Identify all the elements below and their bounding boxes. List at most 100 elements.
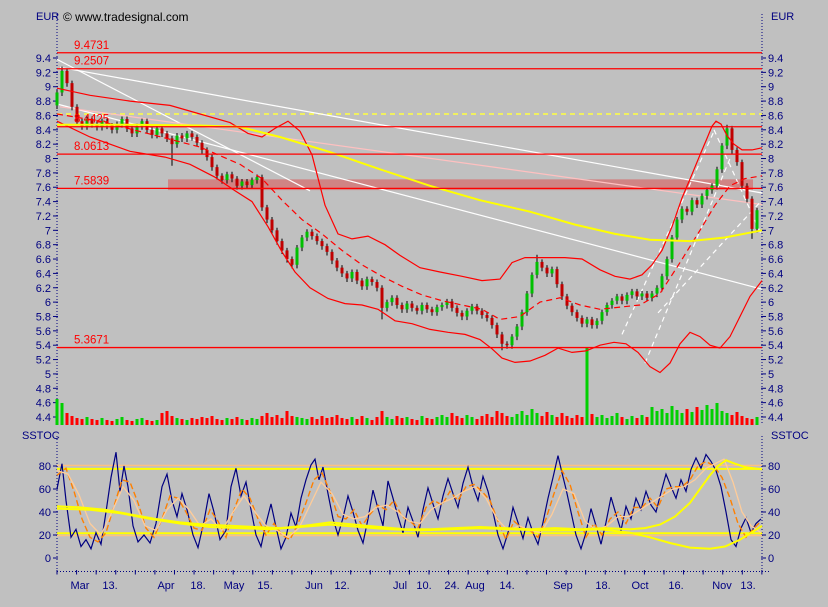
volume-bar xyxy=(381,411,384,425)
volume-bar xyxy=(276,415,279,425)
y-tick-label-right: 9.4 xyxy=(768,53,783,65)
volume-bar xyxy=(341,418,344,425)
volume-bar xyxy=(246,420,249,425)
volume-bar xyxy=(441,415,444,425)
volume-bar xyxy=(531,409,534,425)
candle-up xyxy=(226,174,229,180)
y-tick-label-right: 9.2 xyxy=(768,67,783,79)
sstoc-tick-label-right: 80 xyxy=(768,461,780,473)
y-tick-label-left: 6.4 xyxy=(36,268,51,280)
candle-down xyxy=(416,308,419,311)
candle-down xyxy=(266,207,269,219)
candle-down xyxy=(191,133,194,137)
volume-bar xyxy=(551,415,554,425)
x-axis-label: 14. xyxy=(499,580,514,592)
volume-bar xyxy=(361,416,364,425)
candle-down xyxy=(401,305,404,309)
volume-bar xyxy=(191,418,194,425)
volume-bar xyxy=(711,409,714,425)
x-axis-label: Mar xyxy=(71,580,90,592)
volume-bar xyxy=(161,413,164,425)
volume-bar xyxy=(171,416,174,425)
volume-bar xyxy=(116,419,119,425)
volume-bar xyxy=(461,418,464,425)
volume-bar xyxy=(586,347,589,425)
volume-bar xyxy=(676,410,679,425)
candle-up xyxy=(586,319,589,323)
candle-up xyxy=(661,276,664,287)
candle-down xyxy=(261,177,264,207)
candle-down xyxy=(331,252,334,261)
candle-down xyxy=(456,308,459,313)
y-tick-label-left: 6.8 xyxy=(36,240,51,252)
y-tick-label-right: 8.8 xyxy=(768,96,783,108)
candle-up xyxy=(721,146,724,170)
volume-bar xyxy=(736,412,739,425)
candle-up xyxy=(56,92,59,105)
volume-bar xyxy=(211,416,214,425)
candle-down xyxy=(491,318,494,325)
chart-canvas[interactable]: 9.49.49.29.2998.88.88.68.68.48.48.28.288… xyxy=(0,0,828,607)
volume-bar xyxy=(61,403,64,425)
y-tick-label-left: 9 xyxy=(45,82,51,94)
volume-bar xyxy=(746,418,749,425)
y-tick-label-right: 7.8 xyxy=(768,168,783,180)
candle-up xyxy=(656,288,659,294)
candle-up xyxy=(676,220,679,238)
candle-up xyxy=(386,302,389,308)
volume-bar xyxy=(561,413,564,425)
volume-bar xyxy=(681,413,684,425)
y-tick-label-right: 6.4 xyxy=(768,268,783,280)
volume-layer xyxy=(56,347,759,425)
y-tick-label-left: 7 xyxy=(45,225,51,237)
candle-down xyxy=(411,304,414,308)
volume-bar xyxy=(206,418,209,425)
y-tick-label-left: 8.4 xyxy=(36,125,51,137)
candle-up xyxy=(631,291,634,295)
candle-down xyxy=(211,157,214,167)
y-tick-label-left: 7.6 xyxy=(36,182,51,194)
candle-up xyxy=(391,298,394,302)
volume-bar xyxy=(616,413,619,425)
volume-bar xyxy=(256,419,259,425)
volume-bar xyxy=(141,418,144,425)
candle-up xyxy=(441,305,444,307)
candle-down xyxy=(576,312,579,318)
volume-bar xyxy=(606,418,609,425)
x-axis-label: Nov xyxy=(712,580,732,592)
y-tick-label-left: 6 xyxy=(45,297,51,309)
volume-bar xyxy=(286,411,289,425)
volume-bar xyxy=(76,418,79,425)
volume-bar xyxy=(156,420,159,425)
candle-up xyxy=(701,196,704,205)
volume-bar xyxy=(221,420,224,425)
candle-down xyxy=(451,301,454,307)
candle-up xyxy=(471,306,474,310)
candle-down xyxy=(556,269,559,284)
volume-bar xyxy=(316,419,319,425)
volume-bar xyxy=(101,418,104,425)
price-axis-symbol-right: EUR xyxy=(771,11,794,23)
x-axis-label: Jun xyxy=(305,580,323,592)
x-axis-label: 24. xyxy=(444,580,459,592)
level-label: 9.4731 xyxy=(74,40,109,52)
candle-down xyxy=(276,230,279,241)
candle-down xyxy=(246,181,249,185)
y-tick-label-right: 7.4 xyxy=(768,197,783,209)
volume-bar xyxy=(201,417,204,425)
volume-bar xyxy=(311,417,314,425)
candle-down xyxy=(346,273,349,278)
volume-bar xyxy=(506,416,509,425)
candle-down xyxy=(271,220,274,231)
candle-up xyxy=(666,259,669,276)
volume-bar xyxy=(716,403,719,425)
y-tick-label-left: 8.8 xyxy=(36,96,51,108)
volume-bar xyxy=(416,420,419,425)
candle-down xyxy=(636,291,639,296)
y-tick-label-right: 8.6 xyxy=(768,110,783,122)
volume-bar xyxy=(626,419,629,425)
candle-up xyxy=(306,232,309,238)
x-axis-label: Apr xyxy=(157,580,174,592)
y-tick-label-left: 5.2 xyxy=(36,355,51,367)
volume-bar xyxy=(291,416,294,425)
